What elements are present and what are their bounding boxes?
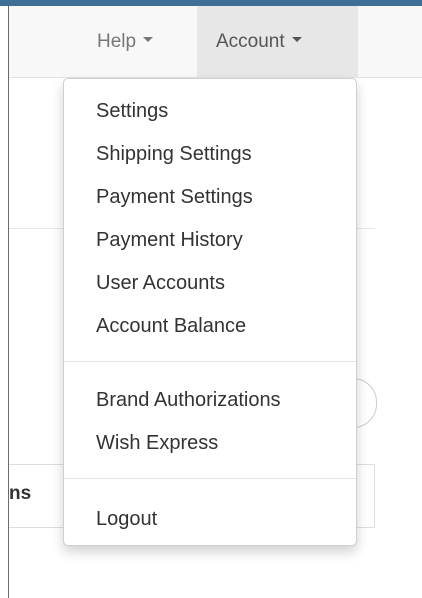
nav-help-dropdown[interactable]: Help (89, 6, 187, 77)
chevron-down-icon (291, 37, 302, 43)
menu-divider (64, 478, 356, 479)
menu-item-account-balance[interactable]: Account Balance (64, 306, 356, 346)
nav-account-label: Account (216, 31, 285, 52)
navbar: Help Account (9, 6, 422, 78)
menu-item-settings[interactable]: Settings (64, 91, 356, 131)
menu-divider (64, 361, 356, 362)
menu-item-logout[interactable]: Logout (64, 499, 356, 539)
menu-item-brand-authorizations[interactable]: Brand Authorizations (64, 380, 356, 420)
nav-help-label: Help (97, 31, 137, 52)
nav-account-dropdown[interactable]: Account (197, 6, 358, 77)
chevron-down-icon (143, 37, 154, 43)
menu-item-wish-express[interactable]: Wish Express (64, 423, 356, 463)
menu-item-payment-settings[interactable]: Payment Settings (64, 177, 356, 217)
menu-item-user-accounts[interactable]: User Accounts (64, 263, 356, 303)
menu-item-shipping-settings[interactable]: Shipping Settings (64, 134, 356, 174)
account-dropdown-menu: Settings Shipping Settings Payment Setti… (63, 78, 357, 546)
table-header-label: ns (9, 483, 32, 504)
menu-item-payment-history[interactable]: Payment History (64, 220, 356, 260)
